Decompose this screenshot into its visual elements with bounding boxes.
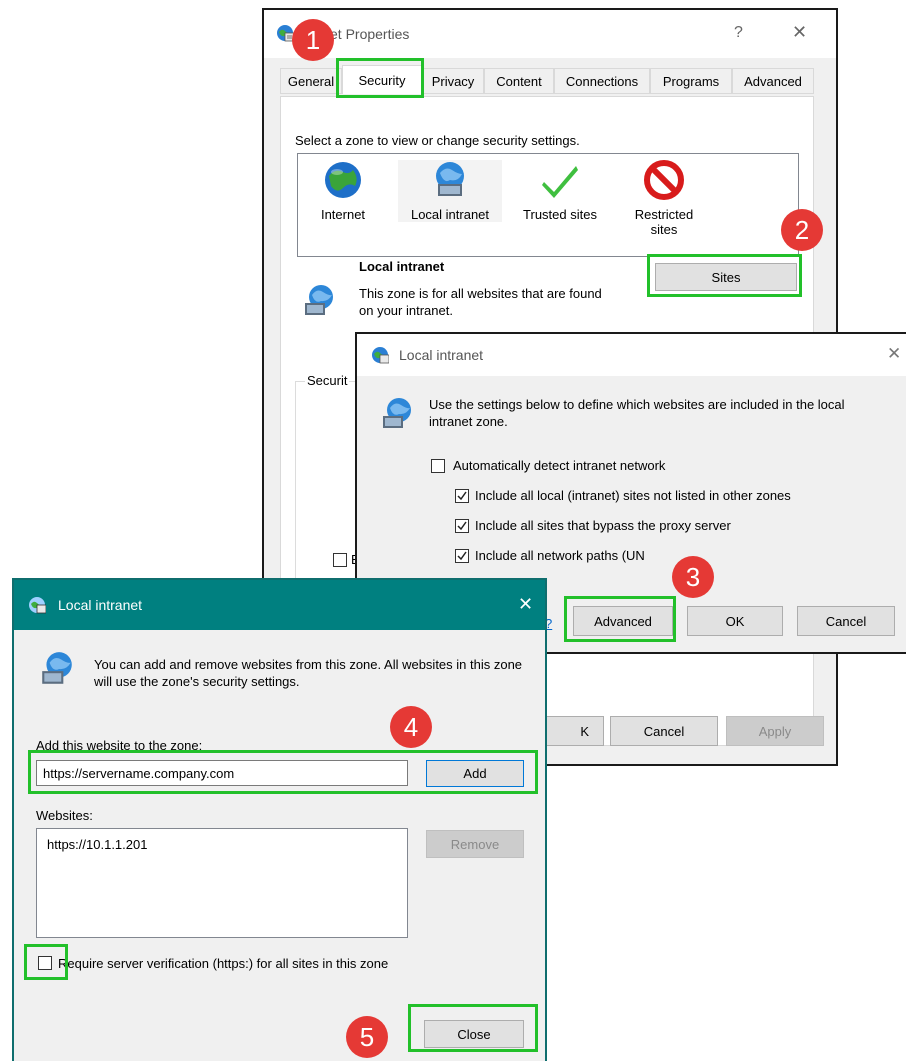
advanced-button[interactable]: Advanced xyxy=(573,606,673,636)
close-icon[interactable]: ✕ xyxy=(792,22,807,43)
step-badge-1: 1 xyxy=(292,19,334,61)
button-label: Add xyxy=(463,766,487,781)
step-badge-3: 3 xyxy=(672,556,714,598)
ok-button[interactable]: OK xyxy=(687,606,783,636)
button-label: Apply xyxy=(758,723,792,739)
remove-button[interactable]: Remove xyxy=(426,830,524,858)
zone-label: Local intranet xyxy=(410,207,490,222)
zone-prompt: Select a zone to view or change security… xyxy=(295,133,580,148)
require-https-label: Require server verification (https:) for… xyxy=(58,956,389,971)
auto-detect-checkbox[interactable] xyxy=(431,459,445,473)
zone-trusted-sites[interactable]: Trusted sites xyxy=(514,160,606,222)
title-bar: Local intranet ✕ xyxy=(14,580,545,630)
tab-label: General xyxy=(287,73,335,89)
tab-label: Connections xyxy=(565,73,639,89)
button-label: Close xyxy=(457,1026,491,1042)
cancel-button[interactable]: Cancel xyxy=(797,606,895,636)
intranet-title-icon xyxy=(28,596,47,617)
zone-local-intranet[interactable]: Local intranet xyxy=(398,160,502,222)
step-badge-5: 5 xyxy=(346,1016,388,1058)
help-button[interactable]: ? xyxy=(734,24,743,42)
zone-title: Local intranet xyxy=(359,259,445,274)
globe-icon xyxy=(325,162,361,198)
dialog-title: Local intranet xyxy=(399,347,484,363)
button-label: Cancel xyxy=(643,723,685,739)
checkmark-icon xyxy=(542,166,578,198)
zone-list: Internet Local intranet Trusted sites Re… xyxy=(297,153,799,257)
include-network-paths-checkbox[interactable] xyxy=(455,549,469,563)
tab-label: Advanced xyxy=(744,73,802,89)
websites-label: Websites: xyxy=(36,808,93,823)
close-icon[interactable]: ✕ xyxy=(518,594,533,615)
zone-description: This zone is for all websites that are f… xyxy=(359,286,602,318)
tab-label: Programs xyxy=(662,73,720,89)
zone-internet[interactable]: Internet xyxy=(308,160,378,222)
tab-label: Privacy xyxy=(431,73,475,89)
zone-label: Restricted xyxy=(634,207,694,222)
tab-privacy[interactable]: Privacy xyxy=(422,68,484,94)
intranet-title-icon xyxy=(371,346,390,367)
dialog-title: Local intranet xyxy=(58,597,143,613)
tab-general[interactable]: General xyxy=(280,68,342,94)
step-badge-4: 4 xyxy=(390,706,432,748)
button-label: Remove xyxy=(450,836,500,852)
zone-label: Internet xyxy=(320,207,366,222)
button-label: Advanced xyxy=(594,613,652,629)
add-website-input[interactable] xyxy=(36,760,408,786)
close-icon[interactable]: ✕ xyxy=(887,344,901,364)
tab-connections[interactable]: Connections xyxy=(554,68,650,94)
include-local-sites-checkbox[interactable] xyxy=(455,489,469,503)
add-button[interactable]: Add xyxy=(426,760,524,787)
auto-detect-label: Automatically detect intranet network xyxy=(453,458,666,473)
list-item[interactable]: https://10.1.1.201 xyxy=(47,837,147,852)
cancel-button[interactable]: Cancel xyxy=(610,716,718,746)
include-bypass-proxy-label: Include all sites that bypass the proxy … xyxy=(475,518,731,533)
enable-protected-mode-checkbox[interactable] xyxy=(333,553,347,567)
title-bar: Local intranet ✕ xyxy=(357,334,906,376)
close-button[interactable]: Close xyxy=(424,1020,524,1048)
button-label: K xyxy=(580,723,589,739)
add-website-label: Add this website to the zone: xyxy=(36,738,203,753)
tab-strip: General Security Privacy Content Connect… xyxy=(280,65,820,96)
dialog-description: You can add and remove websites from thi… xyxy=(94,657,523,689)
intranet-zone-icon xyxy=(301,283,337,322)
security-level-label: Securit xyxy=(305,373,350,388)
button-label: Cancel xyxy=(825,613,867,629)
websites-list[interactable]: https://10.1.1.201 xyxy=(36,828,408,938)
include-bypass-proxy-checkbox[interactable] xyxy=(455,519,469,533)
apply-button[interactable]: Apply xyxy=(726,716,824,746)
intranet-globe-icon xyxy=(379,396,415,435)
include-network-paths-label: Include all network paths (UN xyxy=(475,548,645,563)
tab-content[interactable]: Content xyxy=(484,68,554,94)
intranet-globe-icon xyxy=(38,650,76,691)
step-badge-2: 2 xyxy=(781,209,823,251)
button-label: Sites xyxy=(711,269,741,285)
tab-label: Security xyxy=(358,72,406,88)
zone-label: Trusted sites xyxy=(523,207,597,222)
no-entry-icon xyxy=(644,160,684,200)
tab-security[interactable]: Security xyxy=(342,65,422,94)
intranet-globe-icon xyxy=(436,162,464,196)
local-intranet-sites-dialog: Local intranet ✕ You can add and remove … xyxy=(12,578,547,1061)
tab-label: Content xyxy=(496,73,542,89)
include-local-sites-label: Include all local (intranet) sites not l… xyxy=(475,488,791,503)
title-bar: et Properties ? ✕ xyxy=(264,10,836,58)
zone-label: sites xyxy=(650,222,678,237)
tab-advanced[interactable]: Advanced xyxy=(732,68,814,94)
button-label: OK xyxy=(725,613,745,629)
dialog-description: Use the settings below to define which w… xyxy=(429,397,845,429)
sites-button[interactable]: Sites xyxy=(655,263,797,291)
tab-programs[interactable]: Programs xyxy=(650,68,732,94)
zone-restricted-sites[interactable]: Restricted sites xyxy=(618,160,710,237)
require-https-checkbox[interactable] xyxy=(38,956,52,970)
dialog-title: et Properties xyxy=(330,26,410,42)
